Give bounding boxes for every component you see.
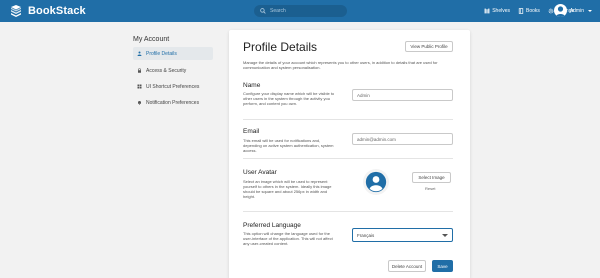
bookshelf-icon bbox=[484, 8, 490, 14]
delete-account-button[interactable]: Delete Account bbox=[388, 260, 426, 272]
nav-books-label: Books bbox=[526, 8, 540, 14]
search-input[interactable] bbox=[270, 8, 340, 14]
sidebar-item-profile-details[interactable]: Profile Details bbox=[133, 47, 213, 60]
section-divider bbox=[243, 119, 453, 120]
language-select[interactable]: Français bbox=[352, 228, 453, 242]
bell-icon bbox=[138, 101, 141, 105]
reset-avatar-link[interactable]: Reset bbox=[425, 186, 435, 191]
sidebar-title: My Account bbox=[133, 36, 170, 43]
chevron-down-icon bbox=[588, 9, 592, 12]
avatar-description: Select an image which will be used to re… bbox=[243, 179, 332, 199]
sidebar-item-label: Profile Details bbox=[146, 50, 177, 57]
user-menu[interactable]: Admin bbox=[553, 4, 592, 17]
sidebar-item-label: Access & Security bbox=[146, 67, 187, 74]
language-description: This option will change the language use… bbox=[243, 231, 333, 246]
app-logo[interactable]: BookStack bbox=[9, 3, 86, 19]
email-field[interactable] bbox=[352, 133, 453, 145]
sidebar-item-notifications[interactable]: Notification Preferences bbox=[133, 96, 213, 109]
save-button[interactable]: Save bbox=[432, 260, 453, 272]
app-name: BookStack bbox=[28, 5, 86, 17]
sidebar-item-label: UI Shortcut Preferences bbox=[146, 83, 200, 90]
top-header: BookStack Shelves Books bbox=[0, 0, 600, 22]
section-divider bbox=[243, 211, 453, 212]
name-label: Name bbox=[243, 82, 261, 89]
page-title: Profile Details bbox=[243, 40, 318, 54]
email-label: Email bbox=[243, 128, 260, 135]
sidebar-item-label: Notification Preferences bbox=[146, 99, 200, 106]
search-icon bbox=[260, 8, 266, 14]
nav-books[interactable]: Books bbox=[518, 8, 540, 14]
view-public-profile-button[interactable]: View Public Profile bbox=[405, 41, 453, 52]
email-description: This email will be used for notification… bbox=[243, 138, 334, 153]
user-avatar-icon bbox=[553, 4, 567, 17]
search-bar[interactable] bbox=[254, 5, 347, 17]
nav-shelves[interactable]: Shelves bbox=[484, 8, 510, 14]
nav-shelves-label: Shelves bbox=[492, 8, 511, 14]
language-label: Preferred Language bbox=[243, 222, 301, 229]
avatar-label: User Avatar bbox=[243, 169, 277, 176]
language-select-value: Français bbox=[357, 232, 375, 238]
shortcuts-icon bbox=[137, 84, 142, 89]
user-name: Admin bbox=[569, 7, 584, 14]
user-avatar-icon bbox=[365, 171, 387, 193]
lock-icon bbox=[138, 68, 141, 73]
sidebar-item-access-security[interactable]: Access & Security bbox=[133, 64, 213, 77]
user-avatar-preview bbox=[363, 169, 389, 195]
bookstack-logo-icon bbox=[11, 5, 21, 17]
section-divider bbox=[243, 158, 453, 159]
name-field[interactable] bbox=[352, 89, 453, 101]
user-icon bbox=[137, 51, 142, 56]
intro-text: Manage the details of your account which… bbox=[243, 60, 438, 70]
name-description: Configure your display name which will b… bbox=[243, 91, 335, 106]
chevron-down-icon bbox=[442, 233, 448, 237]
sidebar-item-ui-shortcuts[interactable]: UI Shortcut Preferences bbox=[133, 80, 213, 93]
books-icon bbox=[518, 8, 524, 14]
select-image-button[interactable]: Select Image bbox=[412, 172, 451, 183]
